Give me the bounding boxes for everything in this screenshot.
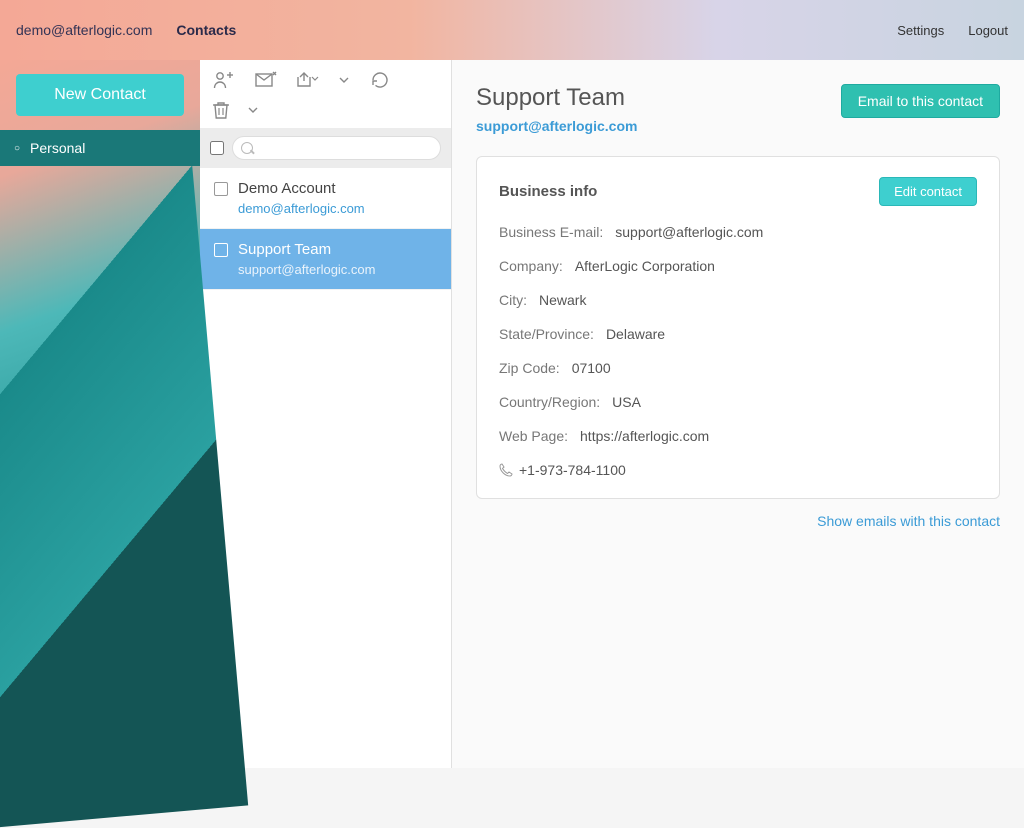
top-header: demo@afterlogic.com Contacts Settings Lo… [0,0,1024,60]
info-value: AfterLogic Corporation [575,258,715,274]
contact-toolbar [200,60,451,100]
new-contact-button[interactable]: New Contact [16,74,184,116]
contact-item[interactable]: Support Team support@afterlogic.com [200,229,451,290]
trash-icon[interactable] [212,100,230,120]
info-label: City: [499,292,527,308]
account-email[interactable]: demo@afterlogic.com [16,22,152,38]
search-box[interactable] [232,136,441,160]
info-row-state: State/Province: Delaware [499,326,977,342]
sidebar: New Contact Personal [0,60,200,768]
add-contact-icon[interactable] [212,68,236,92]
search-row [200,128,451,168]
info-label: Zip Code: [499,360,560,376]
info-value: Newark [539,292,586,308]
more-chevron-icon[interactable] [248,107,260,113]
info-row-phone: +1-973-784-1100 [499,462,977,478]
info-row-company: Company: AfterLogic Corporation [499,258,977,274]
detail-title: Support Team [476,84,637,112]
chevron-down-icon[interactable] [338,68,350,92]
contact-email: support@afterlogic.com [238,262,437,277]
detail-panel: Support Team support@afterlogic.com Emai… [452,60,1024,768]
search-input[interactable] [259,137,432,159]
info-value: https://afterlogic.com [580,428,709,444]
contact-item[interactable]: Demo Account demo@afterlogic.com [200,168,451,229]
info-row-zip: Zip Code: 07100 [499,360,977,376]
info-value: 07100 [572,360,611,376]
business-info-card: Business info Edit contact Business E-ma… [476,156,1000,499]
contact-name: Demo Account [238,180,437,197]
detail-email[interactable]: support@afterlogic.com [476,118,637,134]
contact-list-panel: Demo Account demo@afterlogic.com Support… [200,60,452,768]
info-label: Web Page: [499,428,568,444]
select-all-checkbox[interactable] [210,141,224,155]
sidebar-group-label: Personal [30,140,85,156]
compose-mail-icon[interactable] [254,68,278,92]
info-row-business-email: Business E-mail: support@afterlogic.com [499,224,977,240]
phone-icon [499,463,513,477]
info-value: support@afterlogic.com [615,224,763,240]
contact-email: demo@afterlogic.com [238,201,437,216]
info-label: Company: [499,258,563,274]
contact-checkbox[interactable] [214,243,228,257]
import-export-icon[interactable] [296,68,320,92]
settings-link[interactable]: Settings [897,23,944,38]
info-label: Country/Region: [499,394,600,410]
contact-checkbox[interactable] [214,182,228,196]
info-value: Delaware [606,326,665,342]
sidebar-group-personal[interactable]: Personal [0,130,200,166]
card-title: Business info [499,183,597,200]
info-label: State/Province: [499,326,594,342]
edit-contact-button[interactable]: Edit contact [879,177,977,206]
phone-value: +1-973-784-1100 [519,462,626,478]
info-row-city: City: Newark [499,292,977,308]
contact-name: Support Team [238,241,437,258]
logout-link[interactable]: Logout [968,23,1008,38]
info-row-web: Web Page: https://afterlogic.com [499,428,977,444]
show-emails-link[interactable]: Show emails with this contact [817,513,1000,529]
email-contact-button[interactable]: Email to this contact [841,84,1000,118]
info-value: USA [612,394,641,410]
nav-contacts[interactable]: Contacts [176,22,236,38]
refresh-icon[interactable] [368,68,392,92]
info-label: Business E-mail: [499,224,603,240]
info-row-country: Country/Region: USA [499,394,977,410]
